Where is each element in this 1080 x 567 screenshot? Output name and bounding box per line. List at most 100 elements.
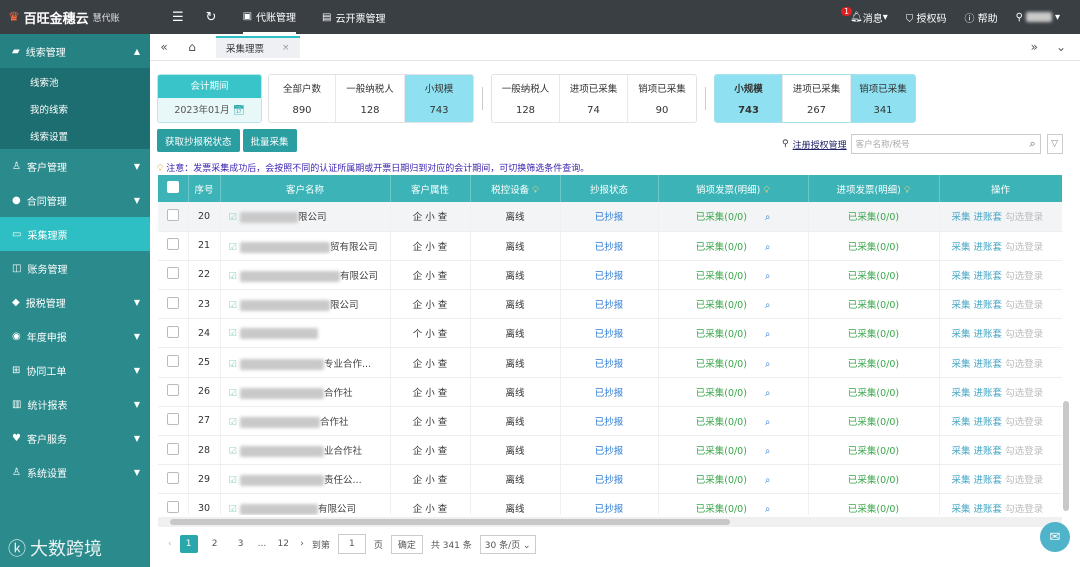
row-purchase-status[interactable]: 已采集(0/0) [848,446,899,457]
select-login-link[interactable]: 勾选登录 [1005,388,1043,399]
menu-toggle-icon[interactable]: ☰ [172,10,184,25]
tabs-menu-chevron-icon[interactable]: ⌄ [1056,40,1066,54]
row-customer-name[interactable]: ☑ 限公司 [220,289,391,320]
collect-link[interactable]: 采集 [952,446,971,457]
row-customer-name[interactable]: ☑ [220,318,391,349]
row-sales-status[interactable]: 已采集(0/0) [696,300,747,311]
row-customer-name[interactable]: ☑ 合作社 [220,377,391,407]
batch-collect-button[interactable]: 批量采集 [242,129,297,152]
enter-ledger-link[interactable]: 进账套 [974,242,1003,253]
messages-button[interactable]: 1 🔔︎ 消息 ▾ [839,6,888,25]
row-checkbox[interactable] [158,347,189,378]
invoice-search-icon[interactable]: ⌕ [765,212,770,223]
invoice-search-icon[interactable]: ⌕ [765,300,770,311]
invoice-search-icon[interactable]: ⌕ [765,475,770,486]
tabs-scroll-right-icon[interactable]: » [1031,40,1038,54]
collect-link[interactable]: 采集 [952,359,971,370]
select-login-link[interactable]: 勾选登录 [1005,475,1043,486]
collect-link[interactable]: 采集 [952,271,971,282]
enter-ledger-link[interactable]: 进账套 [974,475,1003,486]
page-12[interactable]: 12 [274,535,292,553]
page-input[interactable]: 1 [337,534,366,554]
row-status[interactable]: 已抄报 [560,406,659,437]
page-size-select[interactable]: 30 条/页 ⌄ [479,534,536,554]
table-row[interactable]: 28 ☑ 业合作社 企 小 查离线 已抄报 已采集(0/0) ⌕ 已采集(0/0) 采集 进账套… [158,435,1062,466]
row-sales-status[interactable]: 已采集(0/0) [696,475,747,486]
row-customer-name[interactable]: ☑ 有限公司 [220,493,391,515]
register-auth-link[interactable]: 注册授权管理 [793,138,847,151]
search-icon[interactable]: ⌕ [1029,137,1035,151]
sidebar-item-ticket[interactable]: ⊞ 协同工单 ▼ [0,353,150,387]
sidebar-item-tax[interactable]: ◆ 报税管理 ▼ [0,285,150,319]
table-row[interactable]: 22 ☑ 有限公司企 小 查离线 已抄报 已采集(0/0) ⌕ 已采集(0/0) 采集 进账套… [158,260,1062,291]
collect-link[interactable]: 采集 [952,504,971,515]
page-3[interactable]: 3 [232,535,250,553]
row-checkbox[interactable] [158,406,189,437]
row-checkbox[interactable] [158,318,189,349]
row-checkbox[interactable] [158,493,189,515]
collect-link[interactable]: 采集 [952,475,971,486]
enter-ledger-link[interactable]: 进账套 [974,359,1003,370]
refresh-icon[interactable]: ↻ [206,10,217,25]
row-customer-name[interactable]: ☑ 有限公司 [220,260,391,291]
row-sales-status[interactable]: 已采集(0/0) [696,242,747,253]
horizontal-scrollbar[interactable] [158,517,1062,527]
sidebar-subitem-my-clues[interactable]: 我的线索 [0,95,150,122]
row-sales-status[interactable]: 已采集(0/0) [696,359,747,370]
row-purchase-status[interactable]: 已采集(0/0) [848,329,899,340]
confirm-page-button[interactable]: 确定 [390,534,423,554]
sidebar-item-customer[interactable]: ♙ 客户管理 ▼ [0,149,150,183]
enter-ledger-link[interactable]: 进账套 [974,271,1003,282]
row-purchase-status[interactable]: 已采集(0/0) [848,359,899,370]
help-button[interactable]: ⓘ 帮助 [964,10,997,25]
select-login-link[interactable]: 勾选登录 [1005,504,1043,515]
sidebar-item-settings[interactable]: ♙ 系统设置 ▼ [0,455,150,489]
row-checkbox[interactable] [158,231,189,261]
tab-collect[interactable]: 采集理票 × [216,36,300,58]
enter-ledger-link[interactable]: 进账套 [974,417,1003,428]
page-2[interactable]: 2 [206,535,224,553]
row-checkbox[interactable] [158,260,189,291]
row-status[interactable]: 已抄报 [560,318,659,349]
collect-link[interactable]: 采集 [952,388,971,399]
enter-ledger-link[interactable]: 进账套 [974,300,1003,311]
brand-logo[interactable]: ♛ 百旺金穗云 慧代账 [0,8,150,27]
row-status[interactable]: 已抄报 [560,377,659,407]
row-purchase-status[interactable]: 已采集(0/0) [848,300,899,311]
row-status[interactable]: 已抄报 [560,493,659,515]
select-login-link[interactable]: 勾选登录 [1005,359,1043,370]
row-customer-name[interactable]: ☑ 业合作社 [220,435,391,466]
mail-icon[interactable]: ✉ [1040,522,1070,552]
vertical-scrollbar[interactable] [1063,401,1069,511]
row-purchase-status[interactable]: 已采集(0/0) [848,271,899,282]
select-login-link[interactable]: 勾选登录 [1005,242,1043,253]
row-status[interactable]: 已抄报 [560,464,659,495]
invoice-search-icon[interactable]: ⌕ [765,329,770,340]
enter-ledger-link[interactable]: 进账套 [974,446,1003,457]
stat-input-collected[interactable]: 进项已采集 74 [560,75,628,122]
row-checkbox[interactable] [158,435,189,466]
select-login-link[interactable]: 勾选登录 [1005,212,1043,223]
invoice-search-icon[interactable]: ⌕ [765,271,770,282]
row-sales-status[interactable]: 已采集(0/0) [696,417,747,428]
row-status[interactable]: 已抄报 [560,289,659,320]
row-checkbox[interactable] [158,289,189,320]
enter-ledger-link[interactable]: 进账套 [974,212,1003,223]
stat-general-taxpayer-2[interactable]: 一般纳税人 128 [492,75,560,122]
row-checkbox[interactable] [158,377,189,407]
invoice-search-icon[interactable]: ⌕ [765,242,770,253]
prev-page-icon[interactable]: ‹ [168,539,172,549]
row-purchase-status[interactable]: 已采集(0/0) [848,242,899,253]
filter-icon[interactable]: ▽ [1046,134,1063,154]
select-login-link[interactable]: 勾选登录 [1005,329,1043,340]
table-row[interactable]: 21 ☑ 贸有限公司企 小 查离线 已抄报 已采集(0/0) ⌕ 已采集(0/0) 采集 进账… [158,231,1062,261]
row-status[interactable]: 已抄报 [560,347,659,378]
sidebar-item-contract[interactable]: ● 合同管理 ▼ [0,183,150,217]
enter-ledger-link[interactable]: 进账套 [974,504,1003,515]
row-checkbox[interactable] [158,202,189,232]
select-all-checkbox[interactable] [158,175,189,202]
sidebar-item-service[interactable]: ♥ 客户服务 ▼ [0,421,150,455]
sidebar-subitem-clue-pool[interactable]: 线索池 [0,68,150,95]
stat-output-collected-2[interactable]: 销项已采集 341 [851,75,915,122]
select-login-link[interactable]: 勾选登录 [1005,300,1043,311]
